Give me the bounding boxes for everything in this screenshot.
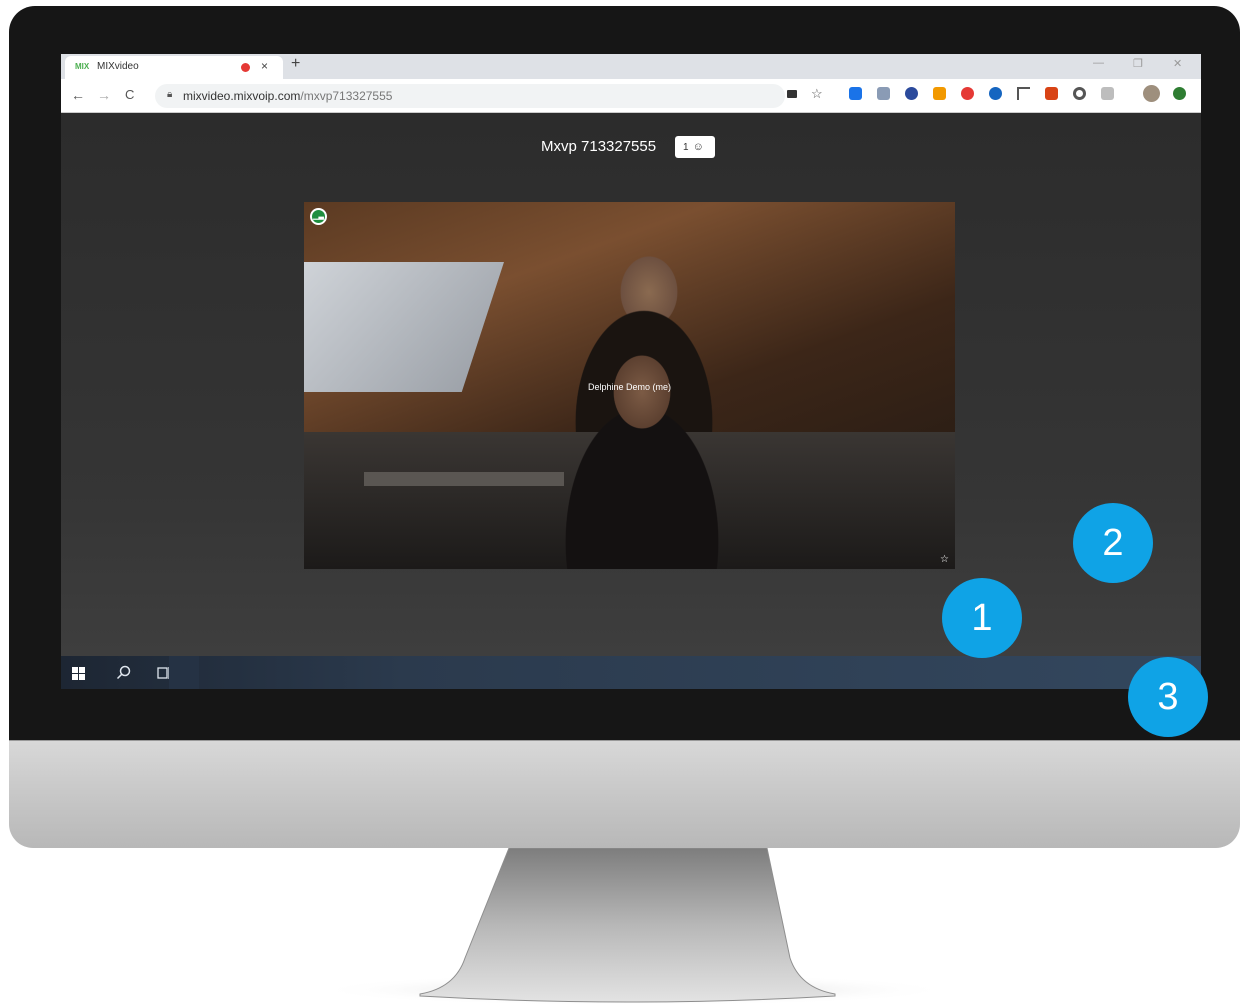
profile-avatar[interactable] [1143,85,1160,102]
recording-indicator-icon [241,63,250,72]
extension-blue-icon[interactable] [989,87,1002,100]
windows-start-icon[interactable] [72,667,85,680]
callout-badge-2: 2 [1073,503,1153,583]
browser-tab[interactable]: MIX MIXvideo × [65,56,283,79]
video-conference-app: Mxvp 713327555 1 ☺ ▁▃ Delphine Demo (me) … [61,113,1201,689]
tab-close-button[interactable]: × [261,59,268,73]
screen: MIX MIXvideo × + — ❐ ✕ ← → C 🔒︎ mixvideo… [61,54,1201,689]
extension-rss-icon[interactable] [933,87,946,100]
extension-person-icon[interactable] [849,87,862,100]
reload-button[interactable]: C [125,87,134,102]
monitor-chin [9,740,1240,848]
forward-button[interactable]: → [97,87,111,103]
camera-icon[interactable] [787,90,797,98]
participants-icon: ☺ [692,141,704,153]
extension-lighthouse-icon[interactable] [1045,87,1058,100]
video-background-shelf [364,472,564,486]
url-input[interactable]: 🔒︎ mixvideo.mixvoip.com/mxvp713327555 [155,84,785,108]
callout-badge-3: 3 [1128,657,1208,737]
search-icon[interactable] [116,665,131,680]
extension-circle-icon[interactable] [1073,87,1086,100]
extension-gray-icon[interactable] [1101,87,1114,100]
extension-k-icon[interactable] [905,87,918,100]
restore-button[interactable]: ❐ [1133,57,1143,70]
lock-icon: 🔒︎ [167,89,173,100]
tab-favicon: MIX [75,62,90,71]
windows-taskbar [61,656,1201,689]
url-path: /mxvp713327555 [300,89,393,103]
callout-badge-1: 1 [942,578,1022,658]
close-window-button[interactable]: ✕ [1173,57,1182,70]
participant-video-tile[interactable]: ▁▃ Delphine Demo (me) ☆ [304,202,955,569]
participant-count: 1 [683,142,689,153]
tab-title: MIXvideo [97,61,139,72]
connection-quality-icon[interactable]: ▁▃ [310,208,327,225]
taskbar-separator [169,656,199,689]
url-host: mixvideo.mixvoip.com [183,89,301,103]
room-title: Mxvp 713327555 [541,138,657,155]
url-text: mixvideo.mixvoip.com/mxvp713327555 [183,89,392,103]
extension-crop-icon[interactable] [1017,87,1030,100]
video-participant-figure [562,302,722,569]
address-bar: ← → C 🔒︎ mixvideo.mixvoip.com/mxvp713327… [61,79,1201,113]
extension-update-icon[interactable] [1173,87,1186,100]
browser-tab-strip: MIX MIXvideo × + — ❐ ✕ [61,54,1201,79]
new-tab-button[interactable]: + [291,55,300,73]
participant-name-label: Delphine Demo (me) [587,382,672,392]
back-button[interactable]: ← [71,87,85,103]
bookmark-star-icon[interactable]: ☆ [811,86,823,102]
pin-star-icon[interactable]: ☆ [940,554,949,565]
participant-count-badge[interactable]: 1 ☺ [675,136,715,158]
extension-red-icon[interactable] [961,87,974,100]
extension-code-icon[interactable] [877,87,890,100]
minimize-button[interactable]: — [1093,57,1104,69]
monitor-mockup: MIX MIXvideo × + — ❐ ✕ ← → C 🔒︎ mixvideo… [0,0,1240,1007]
monitor-stand [313,848,953,1006]
video-background-window [304,262,504,392]
